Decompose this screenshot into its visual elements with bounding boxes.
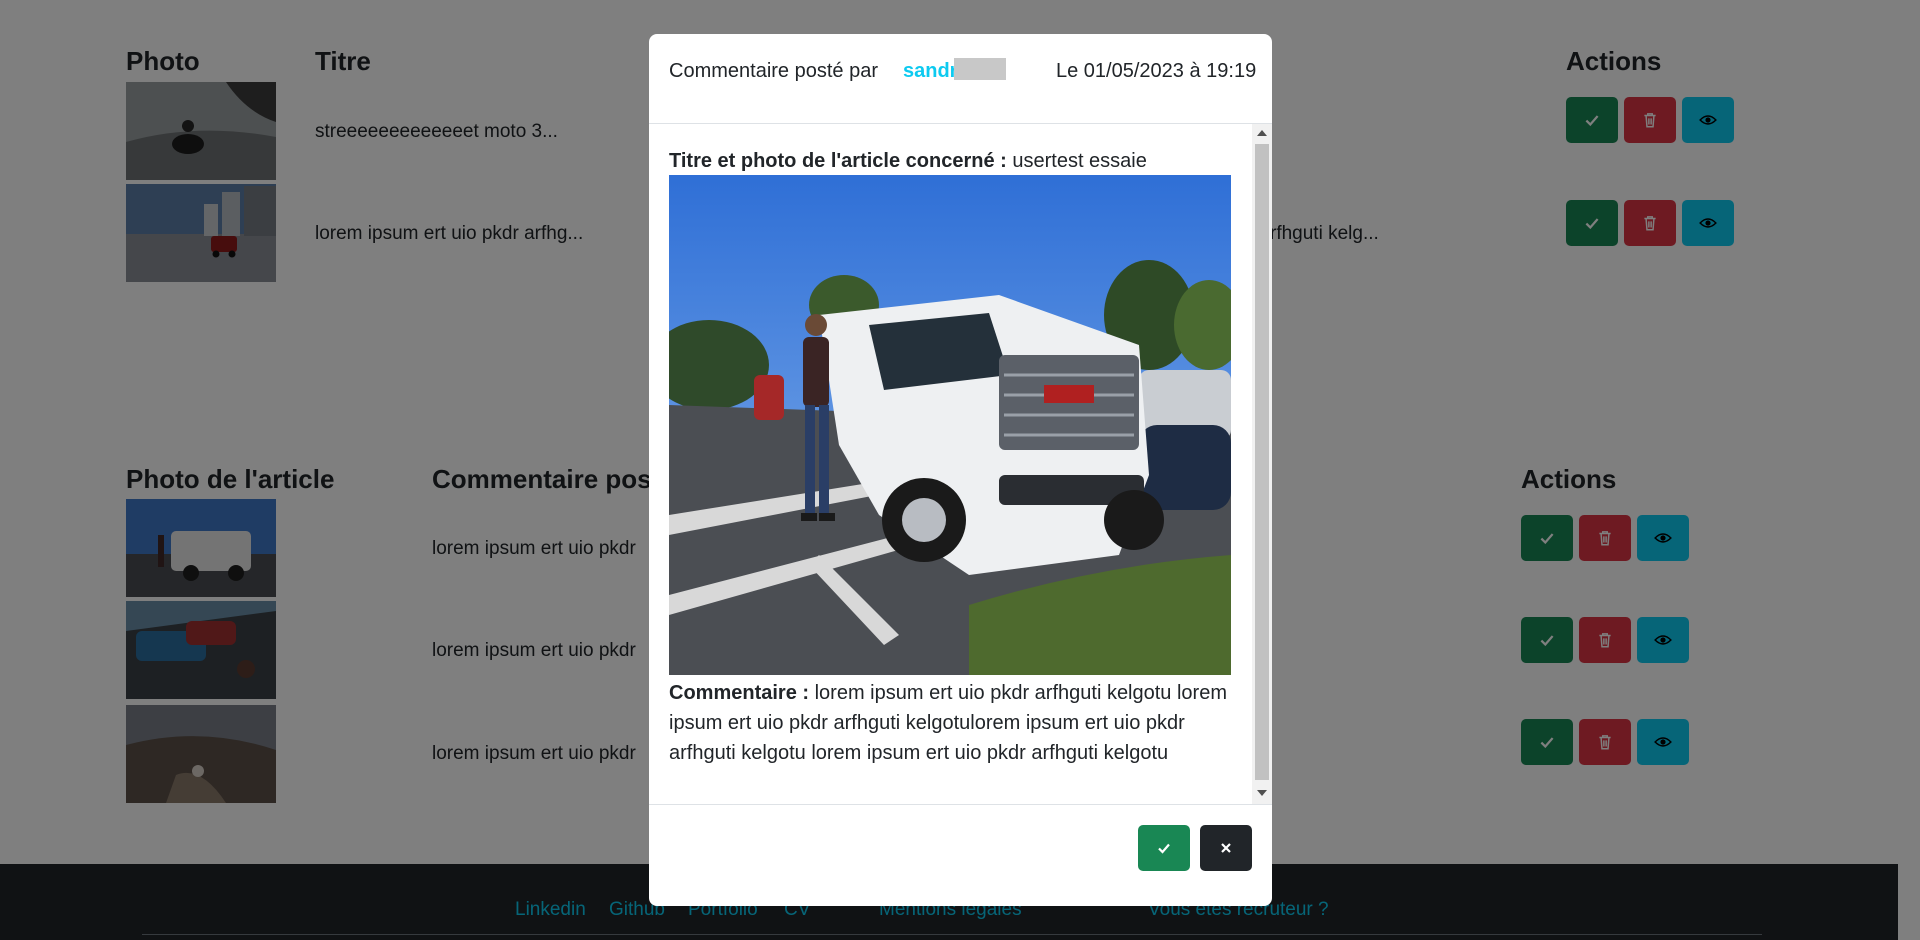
- x-icon: [1221, 843, 1231, 853]
- article-line: Titre et photo de l'article concerné : u…: [669, 150, 1147, 173]
- comment-label: Commentaire :: [669, 682, 810, 704]
- modal-header: Commentaire posté par sandr Le 01/05/202…: [649, 34, 1272, 124]
- validate-comment-button[interactable]: [1138, 825, 1190, 871]
- article-photo: [669, 175, 1231, 675]
- close-modal-button[interactable]: [1200, 825, 1252, 871]
- scroll-up-arrow-icon[interactable]: [1257, 130, 1267, 136]
- comment-author: sandr: [903, 60, 958, 82]
- comment-modal: Commentaire posté par sandr Le 01/05/202…: [649, 34, 1272, 906]
- comment-date: Le 01/05/2023 à 19:19: [1056, 60, 1257, 82]
- comment-block: Commentaire : lorem ipsum ert uio pkdr a…: [669, 678, 1229, 768]
- scroll-down-arrow-icon[interactable]: [1257, 790, 1267, 796]
- check-icon: [1158, 843, 1170, 854]
- article-title: usertest essaie: [1012, 150, 1147, 172]
- redacted-username-block: [954, 58, 1006, 80]
- modal-footer: [649, 804, 1272, 906]
- scrollbar-thumb[interactable]: [1255, 144, 1269, 780]
- modal-body: Titre et photo de l'article concerné : u…: [649, 124, 1272, 804]
- article-label: Titre et photo de l'article concerné :: [669, 150, 1007, 172]
- posted-by-label: Commentaire posté par: [669, 60, 878, 82]
